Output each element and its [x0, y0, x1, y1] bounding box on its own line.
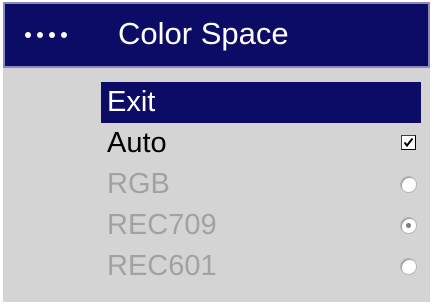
rgb-radio[interactable] [400, 176, 417, 193]
menu-item-exit[interactable]: Exit [101, 82, 421, 123]
menu-item-rec709[interactable]: REC709 [101, 205, 421, 246]
menu-item-label: RGB [107, 168, 170, 200]
menu-item-label: REC601 [107, 250, 217, 282]
color-space-menu: Color Space Exit Auto RGB REC709 REC601 [3, 2, 430, 302]
four-dots-icon [25, 32, 67, 38]
radio-dot-icon [406, 223, 411, 228]
menu-item-rec601[interactable]: REC601 [101, 246, 421, 287]
menu-item-auto[interactable]: Auto [101, 123, 421, 164]
menu-item-label: REC709 [107, 209, 217, 241]
menu-item-label: Auto [107, 127, 167, 159]
menu-item-label: Exit [107, 86, 156, 118]
checkmark-icon [403, 137, 414, 148]
menu-title: Color Space [118, 16, 289, 51]
menu-title-bar: Color Space [3, 2, 430, 68]
menu-item-rgb[interactable]: RGB [101, 164, 421, 205]
rec601-radio[interactable] [400, 258, 417, 275]
rec709-radio[interactable] [400, 217, 417, 234]
auto-checkbox[interactable] [401, 135, 416, 150]
